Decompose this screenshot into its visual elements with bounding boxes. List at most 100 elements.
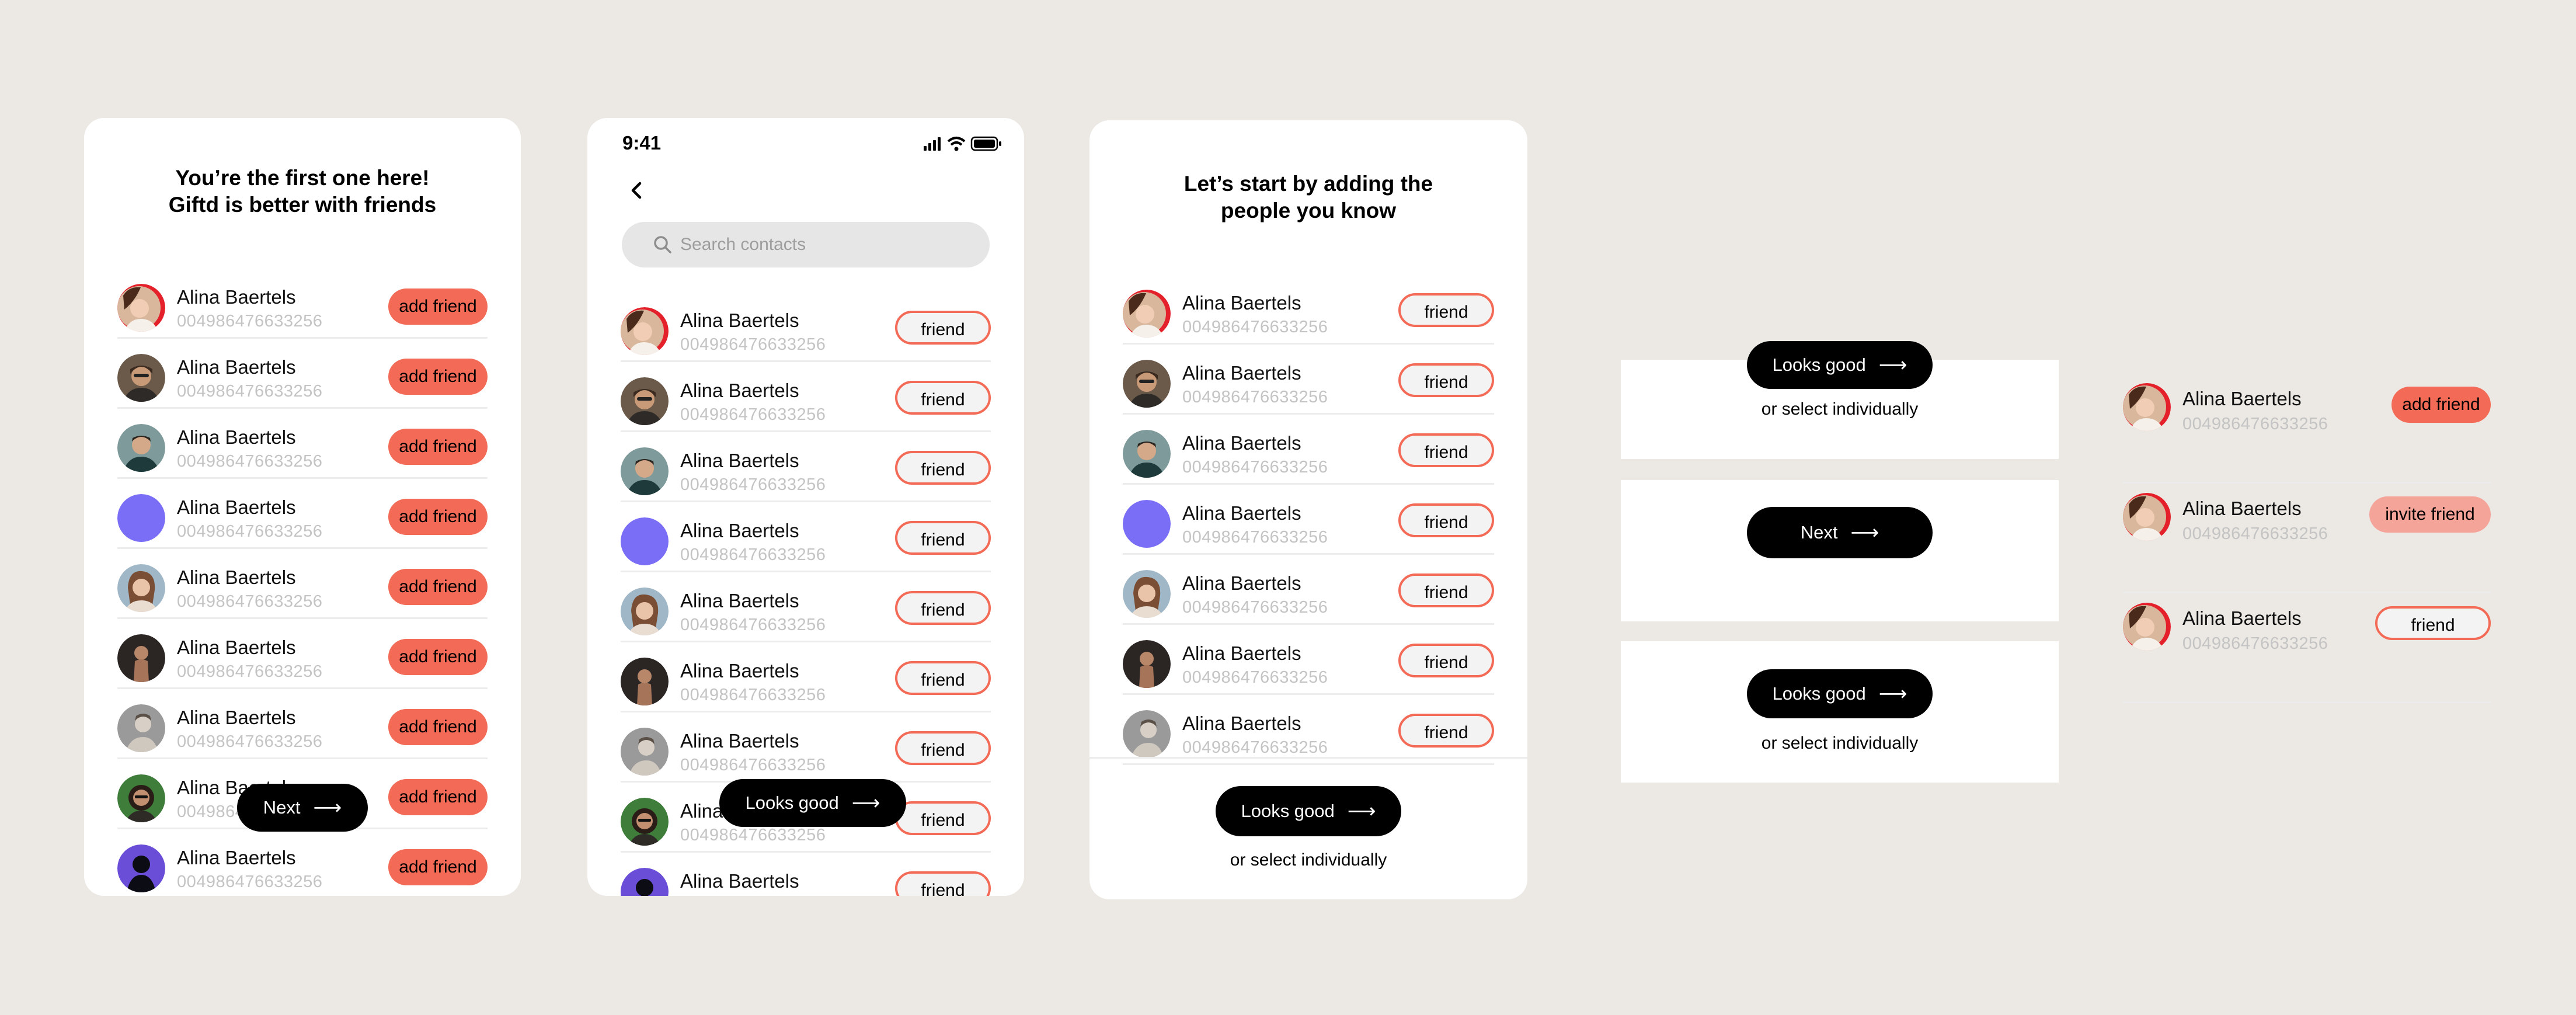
- add-friend-button[interactable]: add friend: [388, 849, 488, 885]
- next-button[interactable]: Next ⟶: [237, 784, 368, 832]
- status-time: 9:41: [622, 132, 662, 154]
- friend-button[interactable]: friend: [895, 731, 991, 765]
- looks-good-button[interactable]: Looks good ⟶: [1747, 669, 1933, 718]
- search-contacts-input[interactable]: [622, 222, 990, 267]
- friend-button[interactable]: friend: [1398, 503, 1494, 537]
- contact-row: Alina Baertels 004986476633256 friend: [1123, 345, 1494, 415]
- avatar: [621, 728, 669, 776]
- contact-name: Alina Baertels: [177, 286, 296, 308]
- friend-button[interactable]: friend: [1398, 644, 1494, 677]
- contact-phone: 004986476633256: [2182, 524, 2328, 543]
- contact-phone: 004986476633256: [177, 592, 323, 611]
- friend-button[interactable]: friend: [895, 801, 991, 835]
- contact-row: Alina Baertels 004986476633256 add frien…: [117, 689, 488, 759]
- friend-button[interactable]: friend: [2375, 606, 2491, 640]
- contact-row: Alina Baertels 004986476633256 friend: [621, 853, 991, 896]
- contact-phone: 004986476633256: [680, 616, 826, 634]
- friend-button[interactable]: friend: [895, 451, 991, 485]
- avatar: [1123, 570, 1171, 618]
- title-line-1: Let’s start by adding the: [1183, 172, 1433, 196]
- avatar: [621, 868, 669, 896]
- avatar: [1123, 430, 1171, 478]
- add-friend-button[interactable]: add friend: [2391, 387, 2491, 423]
- avatar: [1123, 360, 1171, 408]
- contact-row: Alina Baertels 004986476633256 add frien…: [117, 619, 488, 689]
- friend-button[interactable]: friend: [1398, 573, 1494, 607]
- select-individually-link[interactable]: or select individually: [1621, 399, 2059, 419]
- contact-row: Alina Baertels 004986476633256 add frien…: [117, 409, 488, 479]
- friend-button[interactable]: friend: [895, 871, 991, 896]
- footer-divider: [1089, 757, 1527, 759]
- back-chevron-icon[interactable]: [627, 179, 647, 202]
- friend-button[interactable]: friend: [895, 591, 991, 625]
- add-friend-button[interactable]: add friend: [388, 569, 488, 605]
- select-individually-link[interactable]: or select individually: [1621, 734, 2059, 753]
- contact-name: Alina Baertels: [177, 847, 296, 868]
- avatar: [117, 844, 165, 892]
- contact-row: Alina Baertels 004986476633256 add frien…: [117, 479, 488, 549]
- friend-button[interactable]: friend: [1398, 363, 1494, 397]
- contact-row: Alina Baertels 004986476633256 friend: [621, 502, 991, 572]
- contact-name: Alina Baertels: [177, 637, 296, 658]
- next-button[interactable]: Next ⟶: [1747, 507, 1933, 558]
- avatar: [1123, 640, 1171, 688]
- contact-row: Alina Baertels 004986476633256 add frien…: [117, 269, 488, 339]
- contact-name: Alina Baertels: [1182, 432, 1301, 454]
- avatar: [117, 354, 165, 402]
- contact-name: Alina Baertels: [2182, 388, 2302, 409]
- add-friend-button[interactable]: add friend: [388, 429, 488, 465]
- friend-button[interactable]: friend: [895, 311, 991, 345]
- add-friend-button[interactable]: add friend: [388, 709, 488, 745]
- design-canvas: You’re the first one here! Giftd is bett…: [0, 0, 2576, 1015]
- add-friend-button[interactable]: add friend: [388, 779, 488, 815]
- add-friend-button[interactable]: add friend: [388, 288, 488, 325]
- contact-row: Alina Baertels 004986476633256 friend: [621, 712, 991, 783]
- friend-button[interactable]: friend: [1398, 293, 1494, 327]
- page-title: Let’s start by adding the people you kno…: [1089, 171, 1527, 224]
- add-friend-button[interactable]: add friend: [388, 639, 488, 675]
- contact-name: Alina Baertels: [1182, 502, 1301, 524]
- avatar: [117, 634, 165, 682]
- select-individually-link[interactable]: or select individually: [1089, 850, 1527, 870]
- contact-row: Alina Baertels 004986476633256 friend: [621, 642, 991, 712]
- friend-button[interactable]: friend: [895, 661, 991, 695]
- looks-good-label: Looks good: [745, 792, 839, 813]
- contact-phone: 004986476633256: [1182, 668, 1328, 687]
- contact-phone: 004986476633256: [177, 452, 323, 471]
- invite-friend-button[interactable]: invite friend: [2369, 496, 2491, 533]
- contact-name: Alina Baertels: [680, 310, 799, 331]
- looks-good-label: Looks good: [1772, 683, 1866, 704]
- contact-phone: 004986476633256: [177, 382, 323, 401]
- friend-button[interactable]: friend: [895, 381, 991, 415]
- contact-phone: 004986476633256: [1182, 598, 1328, 617]
- friend-button[interactable]: friend: [1398, 433, 1494, 467]
- contact-name: Alina Baertels: [1182, 712, 1301, 734]
- looks-good-button[interactable]: Looks good ⟶: [1216, 786, 1401, 836]
- arrow-right-icon: ⟶: [1878, 354, 1907, 376]
- avatar: [1123, 500, 1171, 548]
- status-icons: [924, 136, 1001, 151]
- contact-phone: 004986476633256: [2182, 415, 2328, 433]
- contact-phone: 004986476633256: [680, 756, 826, 774]
- contact-phone: 004986476633256: [177, 873, 323, 891]
- looks-good-button[interactable]: Looks good ⟶: [719, 779, 906, 827]
- contact-name: Alina Baertels: [680, 520, 799, 541]
- contact-name: Alina Baertels: [2182, 607, 2302, 629]
- avatar: [1123, 290, 1171, 338]
- add-friend-button[interactable]: add friend: [388, 359, 488, 395]
- contact-phone: 004986476633256: [1182, 388, 1328, 406]
- contact-name: Alina Baertels: [177, 356, 296, 378]
- contact-row: Alina Baertels 004986476633256 add frien…: [2123, 374, 2491, 484]
- contact-row: Alina Baertels 004986476633256 invite fr…: [2123, 484, 2491, 593]
- contact-name: Alina Baertels: [680, 730, 799, 752]
- friend-button[interactable]: friend: [1398, 714, 1494, 748]
- contact-phone: 004986476633256: [1182, 318, 1328, 336]
- friend-button[interactable]: friend: [895, 521, 991, 555]
- contact-row: Alina Baertels 004986476633256 friend: [621, 572, 991, 642]
- screen-search-contacts: 9:41 Search contacts Alina Baertels 0049…: [587, 118, 1024, 896]
- looks-good-button[interactable]: Looks good ⟶: [1747, 341, 1933, 389]
- contact-name: Alina Baertels: [177, 707, 296, 728]
- signal-icon: [924, 137, 941, 151]
- add-friend-button[interactable]: add friend: [388, 499, 488, 535]
- contact-name: Alina Baertels: [680, 450, 799, 471]
